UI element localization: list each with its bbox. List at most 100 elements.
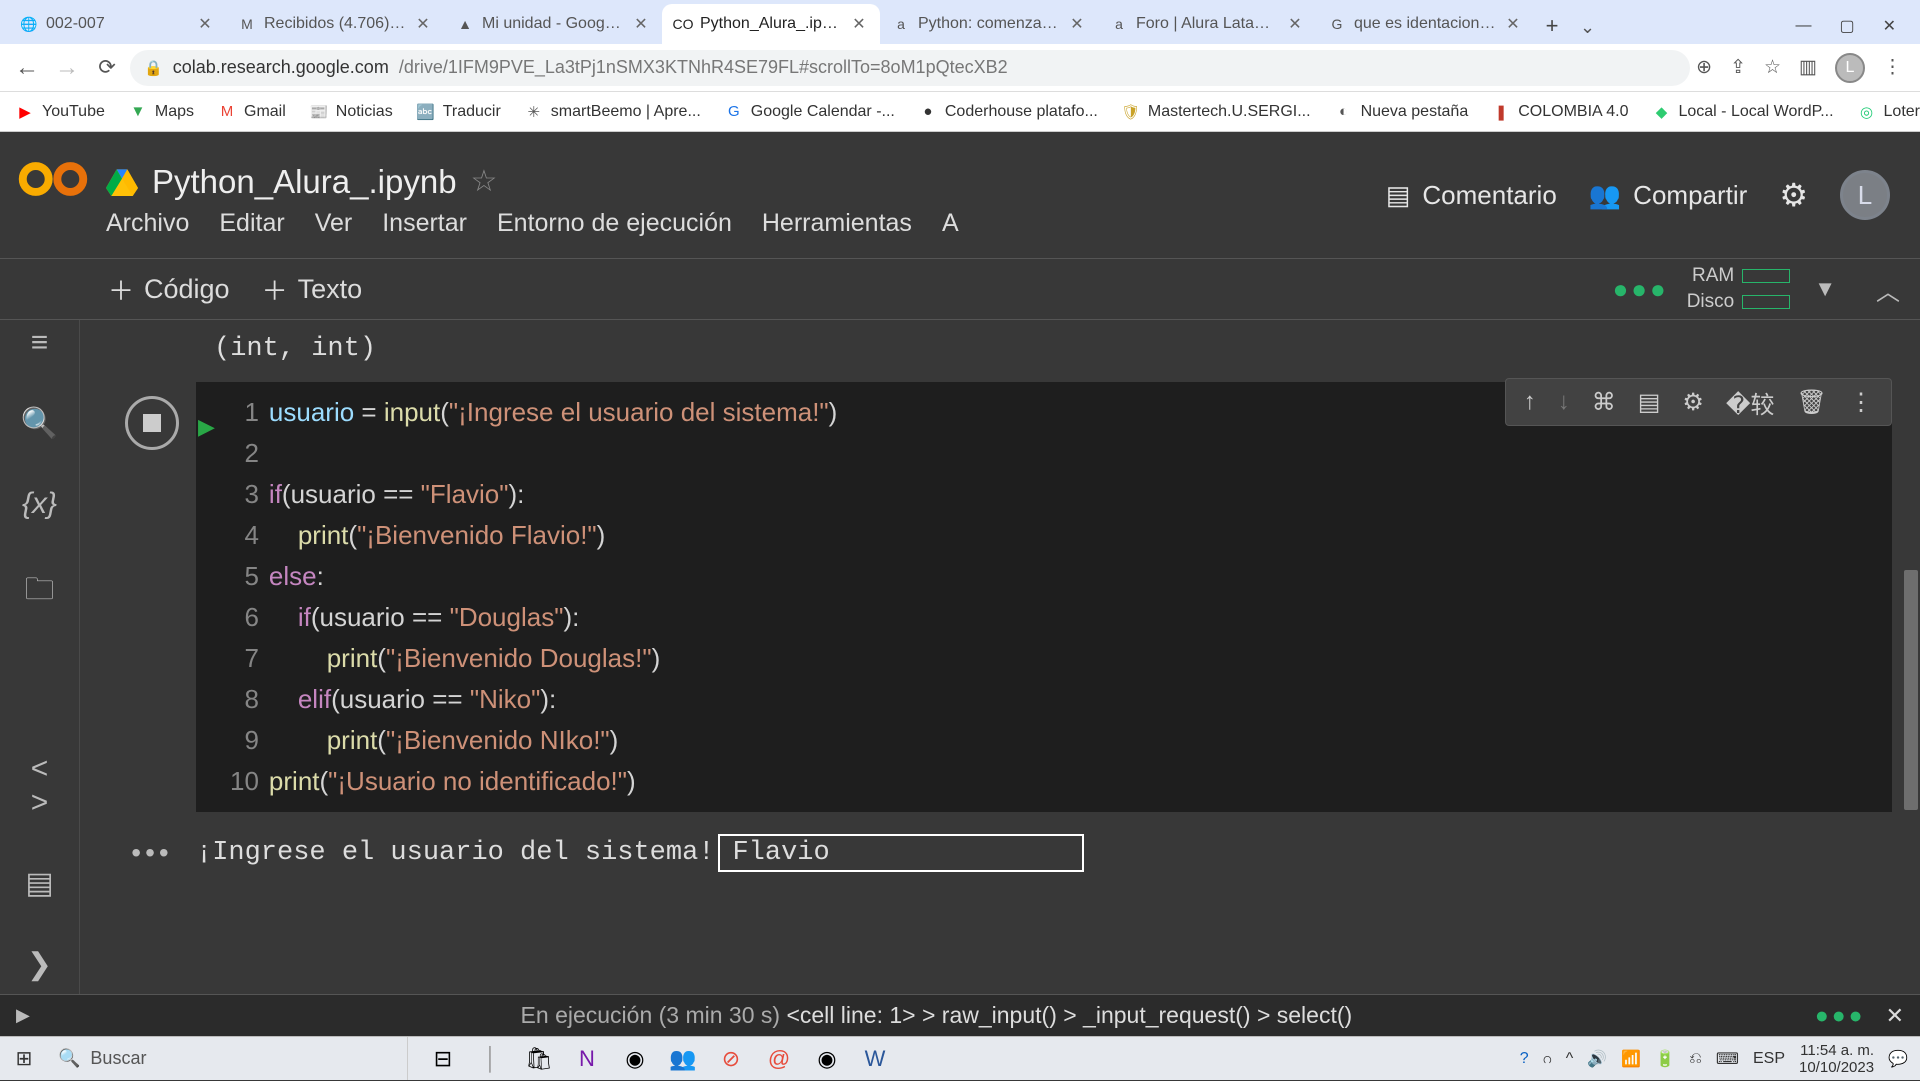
- bookmark-item[interactable]: ❚COLOMBIA 4.0: [1486, 99, 1634, 125]
- colab-logo[interactable]: [0, 132, 106, 258]
- window-minimize[interactable]: —: [1795, 17, 1811, 35]
- share-button[interactable]: 👥Compartir: [1589, 180, 1748, 211]
- store-icon[interactable]: 🛍: [524, 1044, 554, 1074]
- run-all-icon[interactable]: ▶: [16, 1005, 30, 1026]
- profile-avatar[interactable]: L: [1835, 53, 1865, 83]
- notebook-title[interactable]: Python_Alura_.ipynb: [152, 163, 457, 201]
- output-menu-dots[interactable]: •••: [108, 837, 196, 869]
- cast-tray-icon[interactable]: ⎌: [1689, 1050, 1702, 1068]
- star-outline-icon[interactable]: ☆: [471, 164, 498, 199]
- cell-kebab-icon[interactable]: ⋮: [1849, 388, 1873, 417]
- word-icon[interactable]: W: [860, 1044, 890, 1074]
- people-tray-icon[interactable]: ဂ: [1543, 1047, 1552, 1071]
- taskbar-search[interactable]: 🔍Buscar: [48, 1037, 408, 1080]
- link-icon[interactable]: ⌘: [1592, 388, 1616, 417]
- tab-close-icon[interactable]: ✕: [414, 14, 432, 34]
- comment-button[interactable]: ▤Comentario: [1386, 180, 1557, 211]
- tray-chevron-icon[interactable]: ^: [1566, 1050, 1574, 1068]
- files-icon[interactable]: 🗀: [20, 567, 60, 618]
- code-cell[interactable]: ↑ ↓ ⌘ ▤ ⚙ �较 🗑 ⋮ ▶ 12345678910 usuario =…: [108, 382, 1892, 872]
- code-editor[interactable]: ▶ 12345678910 usuario = input("¡Ingrese …: [196, 382, 1892, 812]
- menu-item[interactable]: Ver: [315, 209, 353, 238]
- task-view-icon[interactable]: ⊟: [428, 1044, 458, 1074]
- teams-icon[interactable]: 👥: [668, 1044, 698, 1074]
- menu-item[interactable]: Entorno de ejecución: [497, 209, 732, 238]
- bookmark-item[interactable]: ◎Loterias: [1852, 99, 1920, 125]
- menu-item[interactable]: A: [942, 209, 959, 238]
- vertical-scrollbar[interactable]: [1904, 570, 1918, 810]
- search-icon[interactable]: 🔍: [20, 406, 60, 441]
- bookmark-item[interactable]: ✳smartBeemo | Apre...: [519, 99, 707, 125]
- new-tab-button[interactable]: +: [1534, 8, 1570, 44]
- browser-tab[interactable]: 🌐002-007✕: [8, 4, 226, 44]
- bookmark-item[interactable]: ◆Local - Local WordP...: [1646, 99, 1839, 125]
- bookmark-item[interactable]: ▼Maps: [123, 99, 200, 125]
- chrome-active-icon[interactable]: ◉: [812, 1044, 842, 1074]
- browser-tab[interactable]: ▲Mi unidad - Google D✕: [444, 4, 662, 44]
- app-at-icon[interactable]: @: [764, 1044, 794, 1074]
- chrome-icon[interactable]: ◉: [620, 1044, 650, 1074]
- menu-item[interactable]: Editar: [219, 209, 284, 238]
- start-button[interactable]: ⊞: [0, 1037, 48, 1081]
- bookmark-item[interactable]: MGmail: [212, 99, 292, 125]
- nav-back[interactable]: ←: [10, 51, 44, 85]
- browser-tab[interactable]: COPython_Alura_.ipynb✕: [662, 4, 880, 44]
- kebab-icon[interactable]: ⋮: [1883, 56, 1902, 79]
- tab-close-icon[interactable]: ✕: [1504, 14, 1522, 34]
- browser-tab[interactable]: aPython: comenzando✕: [880, 4, 1098, 44]
- toc-icon[interactable]: ≡: [20, 326, 60, 360]
- bookmark-item[interactable]: 🛡Mastertech.U.SERGI...: [1116, 99, 1317, 125]
- tab-close-icon[interactable]: ✕: [1286, 14, 1304, 34]
- tab-close-icon[interactable]: ✕: [632, 14, 650, 34]
- bookmark-item[interactable]: ▶YouTube: [10, 99, 111, 125]
- volume-tray-icon[interactable]: 🔊: [1587, 1049, 1607, 1069]
- menu-item[interactable]: Herramientas: [762, 209, 912, 238]
- clock[interactable]: 11:54 a. m. 10/10/2023: [1799, 1042, 1874, 1076]
- tab-close-icon[interactable]: ✕: [1068, 14, 1086, 34]
- resource-dropdown[interactable]: ▼: [1814, 276, 1836, 302]
- code-snippets-icon[interactable]: < >: [20, 752, 60, 820]
- move-up-icon[interactable]: ↑: [1524, 388, 1536, 416]
- move-down-icon[interactable]: ↓: [1558, 388, 1570, 416]
- tab-overflow-chevron[interactable]: ⌄: [1570, 17, 1605, 44]
- stdin-input[interactable]: [718, 834, 1084, 872]
- browser-tab[interactable]: aForo | Alura Latam - c✕: [1098, 4, 1316, 44]
- command-palette-icon[interactable]: ▤: [20, 866, 60, 901]
- help-tray-icon[interactable]: ?: [1520, 1050, 1529, 1068]
- variables-icon[interactable]: {x}: [20, 487, 60, 521]
- add-text-button[interactable]: ＋Texto: [262, 271, 363, 308]
- nav-forward[interactable]: →: [50, 51, 84, 85]
- bookmark-item[interactable]: ●Coderhouse platafo...: [913, 99, 1104, 125]
- app-red-icon[interactable]: ⊘: [716, 1044, 746, 1074]
- nav-reload[interactable]: ⟳: [90, 51, 124, 85]
- window-close[interactable]: ✕: [1883, 16, 1896, 36]
- share-icon[interactable]: ⇪: [1730, 56, 1746, 79]
- star-icon[interactable]: ☆: [1764, 56, 1781, 79]
- menu-item[interactable]: Insertar: [382, 209, 467, 238]
- zoom-icon[interactable]: ⊕: [1696, 56, 1712, 79]
- tab-close-icon[interactable]: ✕: [850, 14, 868, 34]
- status-close[interactable]: ✕: [1886, 1003, 1904, 1029]
- keyboard-tray-icon[interactable]: ⌨: [1716, 1049, 1739, 1069]
- stop-execution-button[interactable]: [125, 396, 179, 450]
- network-tray-icon[interactable]: 📶: [1621, 1049, 1641, 1069]
- language-indicator[interactable]: ESP: [1753, 1050, 1785, 1068]
- bookmark-item[interactable]: 📰Noticias: [304, 99, 399, 125]
- resource-indicator[interactable]: RAM Disco: [1687, 265, 1791, 313]
- add-code-button[interactable]: ＋Código: [108, 271, 230, 308]
- panel-icon[interactable]: ▥: [1799, 56, 1817, 79]
- notifications-tray-icon[interactable]: 💬: [1888, 1049, 1908, 1069]
- bookmark-item[interactable]: ◐Nueva pestaña: [1329, 99, 1475, 125]
- cell-settings-icon[interactable]: ⚙: [1682, 388, 1704, 417]
- account-avatar[interactable]: L: [1840, 170, 1890, 220]
- url-box[interactable]: 🔒 colab.research.google.com/drive/1IFM9P…: [130, 50, 1690, 86]
- onenote-icon[interactable]: N: [572, 1044, 602, 1074]
- comment-cell-icon[interactable]: ▤: [1638, 388, 1661, 417]
- collapse-toolbar[interactable]: ︿: [1876, 272, 1900, 307]
- battery-tray-icon[interactable]: 🔋: [1655, 1049, 1675, 1069]
- tab-close-icon[interactable]: ✕: [196, 14, 214, 34]
- browser-tab[interactable]: MRecibidos (4.706) - lu✕: [226, 4, 444, 44]
- bookmark-item[interactable]: GGoogle Calendar -...: [719, 99, 901, 125]
- delete-icon[interactable]: 🗑: [1797, 388, 1827, 417]
- window-maximize[interactable]: ▢: [1839, 16, 1854, 36]
